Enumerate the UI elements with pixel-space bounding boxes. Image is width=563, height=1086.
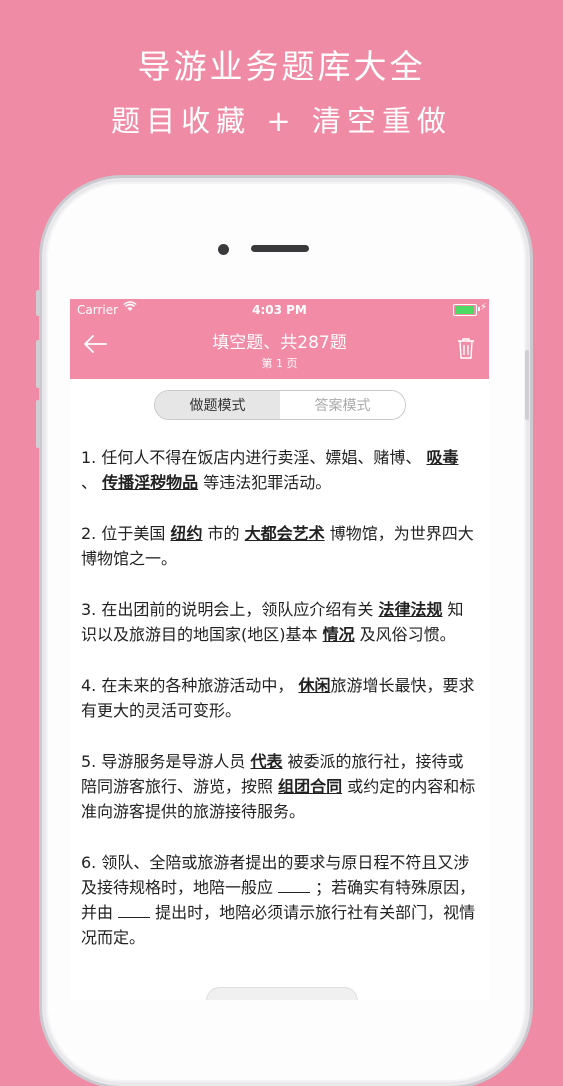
tab-practice-mode[interactable]: 做题模式	[155, 391, 280, 419]
question-text: 市的	[202, 524, 245, 543]
promo-title: 导游业务题库大全	[137, 47, 426, 86]
question-item: 2. 位于美国 纽约 市的 大都会艺术 博物馆，为世界四大博物馆之一。	[81, 521, 479, 571]
promo-subtitle: 题目收藏 + 清空重做	[111, 104, 452, 138]
tab-answer-mode[interactable]: 答案模式	[280, 391, 405, 419]
question-text: 4. 在未来的各种旅游活动中，	[81, 676, 299, 695]
page-indicator: 第 1 页	[261, 357, 298, 370]
question-text: 3. 在出团前的说明会上，领队应介绍有关	[81, 600, 379, 619]
delete-button[interactable]	[457, 337, 475, 363]
nav-title: 填空题、共287题	[212, 333, 347, 353]
front-camera	[218, 244, 229, 255]
answer-text: 传播淫秽物品	[102, 473, 199, 492]
phone-side-button	[36, 340, 40, 388]
app-screen: Carrier 4:03 PM ⚡ 填空题、共287题 第 1 页 做题模式 答…	[70, 299, 489, 1000]
question-text: 等违法犯罪活动。	[198, 473, 332, 492]
earpiece-speaker	[251, 245, 309, 252]
question-list: 1. 任何人不得在饭店内进行卖淫、嫖娼、赌博、 吸毒 、 传播淫秽物品 等违法犯…	[81, 445, 479, 976]
answer-text: 大都会艺术	[244, 524, 325, 543]
answer-blank[interactable]	[118, 901, 151, 918]
answer-text: 组团合同	[278, 777, 343, 796]
question-text: 1. 任何人不得在饭店内进行卖淫、嫖娼、赌博、	[81, 448, 427, 467]
status-bar: Carrier 4:03 PM ⚡	[70, 299, 489, 321]
question-item: 3. 在出团前的说明会上，领队应介绍有关 法律法规 知识以及旅游目的地国家(地区…	[81, 597, 479, 647]
phone-side-button	[36, 290, 40, 316]
answer-text: 情况	[322, 625, 355, 644]
question-text: 5. 导游服务是导游人员	[81, 752, 251, 771]
bottom-button[interactable]	[206, 987, 358, 1000]
question-text: 、	[81, 473, 103, 492]
question-text: 2. 位于美国	[81, 524, 171, 543]
answer-text: 吸毒	[426, 448, 459, 467]
question-item: 5. 导游服务是导游人员 代表 被委派的旅行社，接待或陪同游客旅行、游览，按照 …	[81, 749, 479, 824]
phone-side-button	[36, 400, 40, 448]
trash-icon	[458, 338, 474, 359]
charging-bolt-icon: ⚡	[479, 302, 487, 313]
question-item: 1. 任何人不得在饭店内进行卖淫、嫖娼、赌博、 吸毒 、 传播淫秽物品 等违法犯…	[81, 445, 479, 495]
battery-icon	[453, 304, 477, 316]
answer-blank[interactable]	[278, 876, 311, 893]
mode-switch: 做题模式 答案模式	[154, 390, 406, 420]
answer-text: 代表	[250, 752, 283, 771]
phone-side-button	[525, 350, 529, 420]
nav-bar: 填空题、共287题 第 1 页	[70, 321, 489, 379]
clock: 4:03 PM	[252, 303, 307, 317]
answer-text: 纽约	[170, 524, 203, 543]
answer-text: 休闲	[298, 676, 331, 695]
answer-text: 法律法规	[378, 600, 443, 619]
question-text: 及风俗习惯。	[354, 625, 456, 644]
question-item: 4. 在未来的各种旅游活动中， 休闲旅游增长最快，要求有更大的灵活可变形。	[81, 673, 479, 723]
question-item: 6. 领队、全陪或旅游者提出的要求与原日程不符且又涉及接待规格时，地陪一般应 ；…	[81, 850, 479, 950]
